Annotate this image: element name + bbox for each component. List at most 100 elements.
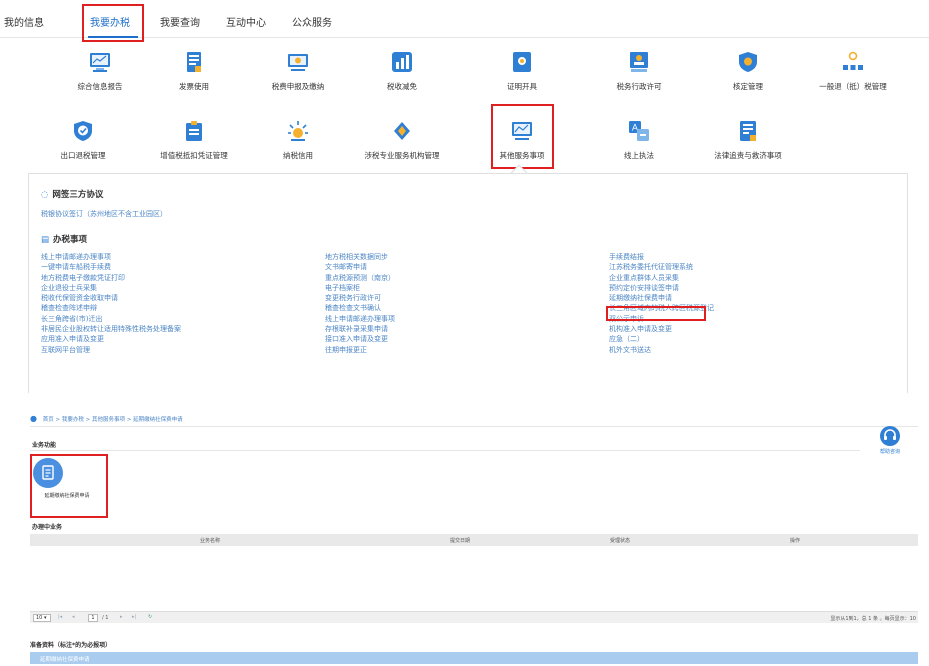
- bar-chart-icon: [391, 51, 413, 73]
- matter-link[interactable]: 稽查检查文书确认: [325, 303, 395, 313]
- divider: [30, 450, 860, 451]
- pagination-info: 显示从1到1，总 1 条 。每页显示：10: [830, 616, 916, 622]
- column-submit-date: 提交日期: [450, 538, 471, 544]
- matter-link[interactable]: 往期申报更正: [325, 345, 395, 355]
- license-person-icon: [628, 51, 650, 73]
- matter-link[interactable]: 非居民企业股权转让适用特殊性税务处理备案: [41, 324, 181, 334]
- materials-item: 延期缴纳社保费申请: [40, 657, 90, 663]
- divider: [30, 426, 918, 427]
- matter-link[interactable]: 一键申请车船税手续费: [41, 262, 181, 272]
- matter-link[interactable]: 长三角跨省(市)迁出: [41, 314, 181, 324]
- matter-link[interactable]: 稽查检查阵述申辩: [41, 303, 181, 313]
- next-page-button[interactable]: ▸: [120, 614, 123, 620]
- section-tax-matters: ▤ 办税事项: [41, 235, 88, 245]
- service-label: 一般退（抵）税管理: [819, 82, 887, 91]
- business-function-title: 业务功能: [32, 442, 57, 449]
- org-structure-icon: [842, 51, 864, 73]
- computer-declaration-icon: [287, 51, 309, 73]
- matter-link[interactable]: 税收代保管资金收取申请: [41, 293, 181, 303]
- page-number-input[interactable]: 1: [88, 614, 98, 622]
- service-label: 法律追责与救济事项: [714, 151, 782, 160]
- matters-column-2: 地方税相关数据同步 文书邮寄申请 重点税源预测（南京） 电子档案柜 变更税务行政…: [325, 252, 395, 355]
- document-lock-icon: [183, 120, 205, 142]
- refresh-icon[interactable]: ↻: [148, 614, 152, 620]
- shield-icon: [737, 51, 759, 73]
- matter-link[interactable]: 线上申请邮递办理事项: [41, 252, 181, 262]
- monitor-chart-icon: [89, 51, 111, 73]
- total-pages: / 1: [102, 615, 109, 621]
- matter-link[interactable]: 电子档案柜: [325, 283, 395, 293]
- highlight-other-matters: [491, 104, 554, 169]
- diamond-pen-icon: [391, 120, 413, 142]
- sun-rating-icon: [287, 120, 309, 142]
- matter-link-deferred-social-insurance[interactable]: 延期缴纳社保费申请: [609, 293, 714, 303]
- location-pin-icon: ●: [30, 414, 37, 423]
- breadcrumb: ● 首页 > 我要办税 > 其他服务事项 > 延期缴纳社保费申请: [30, 414, 183, 423]
- active-tab-underline: [88, 36, 138, 38]
- breadcrumb-home[interactable]: 首页: [43, 417, 54, 423]
- shield-outline-icon: ◌: [41, 190, 49, 200]
- column-operation: 操作: [790, 538, 801, 544]
- service-general-refund[interactable]: 一般退（抵）税管理: [788, 51, 918, 92]
- help-consult-button[interactable]: 帮助咨询: [872, 426, 908, 458]
- document-list-icon: [737, 120, 759, 142]
- page-size-select[interactable]: 10 ▾: [33, 614, 51, 622]
- matter-link[interactable]: 地方税相关数据同步: [325, 252, 395, 262]
- sub-menu-panel: ◌ 网签三方协议 税银协议签订（苏州地区不含工业园区） ▤ 办税事项 线上申请邮递办…: [28, 173, 908, 393]
- matter-link[interactable]: 预约定价安排谈签申请: [609, 283, 714, 293]
- matter-link[interactable]: 接口准入申请及变更: [325, 334, 395, 344]
- highlight-deferred-social-insurance-link: [606, 306, 706, 321]
- translate-icon: A: [628, 120, 650, 142]
- tab-interaction[interactable]: 互动中心: [226, 14, 266, 29]
- matters-column-1: 线上申请邮递办理事项 一键申请车船税手续费 地方税费电子缴款凭证打印 企业退役士…: [41, 252, 181, 355]
- matter-link[interactable]: 企业退役士兵采集: [41, 283, 181, 293]
- matter-link[interactable]: 存根联补录采集申请: [325, 324, 395, 334]
- matter-link[interactable]: 变更税务行政许可: [325, 293, 395, 303]
- tab-my-info[interactable]: 我的信息: [4, 14, 44, 29]
- tab-public-service[interactable]: 公众服务: [292, 14, 332, 29]
- service-tax-agency-management[interactable]: 涉税专业服务机构管理: [337, 120, 467, 161]
- matters-column-3: 手续费结报 江苏税务委托代征管理系统 企业重点群体人员采集 预约定价安排谈签申请…: [609, 252, 714, 355]
- certificate-icon: [511, 51, 533, 73]
- breadcrumb-other-matters[interactable]: 其他服务事项: [92, 417, 125, 423]
- function-document-icon[interactable]: [33, 458, 63, 488]
- column-business-name: 业务名称: [200, 538, 221, 544]
- matter-link[interactable]: 地方税费电子缴款凭证打印: [41, 273, 181, 283]
- shield-check-icon: [72, 120, 94, 142]
- service-legal-remedy[interactable]: 法律追责与救济事项: [683, 120, 813, 161]
- prev-page-button[interactable]: ◂: [72, 614, 75, 620]
- service-certificate[interactable]: 证明开具: [457, 51, 587, 92]
- help-label: 帮助咨询: [879, 449, 900, 455]
- tab-query[interactable]: 我要查询: [160, 14, 200, 29]
- section-three-party-agreement: ◌ 网签三方协议: [41, 190, 104, 200]
- breadcrumb-tax-handling[interactable]: 我要办税: [62, 417, 84, 423]
- matter-link[interactable]: 重点税源预测（南京）: [325, 273, 395, 283]
- function-tile-label[interactable]: 延期缴纳社保费申请: [36, 493, 98, 500]
- service-label: 涉税专业服务机构管理: [364, 151, 440, 160]
- service-tax-relief[interactable]: 税收减免: [337, 51, 467, 92]
- pagination-bar: 10 ▾ |◂ ◂ 1 / 1 ▸ ▸| ↻ 显示从1到1，总 1 条 。每页显…: [30, 611, 918, 623]
- matter-link[interactable]: 文书邮寄申请: [325, 262, 395, 272]
- table-header: 业务名称 提交日期 受理状态 操作: [30, 534, 918, 546]
- matter-link[interactable]: 机外文书送达: [609, 345, 714, 355]
- matter-link[interactable]: 企业重点群体人员采集: [609, 273, 714, 283]
- link-bank-agreement[interactable]: 税银协议签订（苏州地区不含工业园区）: [41, 209, 167, 219]
- in-progress-title: 办理中业务: [32, 524, 63, 531]
- service-label: 证明开具: [507, 82, 537, 91]
- matter-link[interactable]: 互联网平台管理: [41, 345, 181, 355]
- matter-link[interactable]: 江苏税务委托代征管理系统: [609, 262, 714, 272]
- first-page-button[interactable]: |◂: [58, 614, 62, 620]
- headset-icon: [880, 426, 900, 446]
- matter-link[interactable]: 应用准入申请及变更: [41, 334, 181, 344]
- list-icon: ▤: [41, 235, 50, 245]
- matter-link[interactable]: 手续费结报: [609, 252, 714, 262]
- last-page-button[interactable]: ▸|: [132, 614, 136, 620]
- breadcrumb-current: 延期缴纳社保费申请: [133, 417, 183, 423]
- column-status: 受理状态: [610, 538, 631, 544]
- matter-link[interactable]: 线上申请邮递办理事项: [325, 314, 395, 324]
- invoice-document-icon: [183, 51, 205, 73]
- materials-title: 准备资料（标注*的为必报项）: [30, 642, 112, 649]
- matter-link[interactable]: 应急（二）: [609, 334, 714, 344]
- matter-link[interactable]: 机构准入申请及变更: [609, 324, 714, 334]
- materials-tab[interactable]: 延期缴纳社保费申请: [30, 652, 918, 664]
